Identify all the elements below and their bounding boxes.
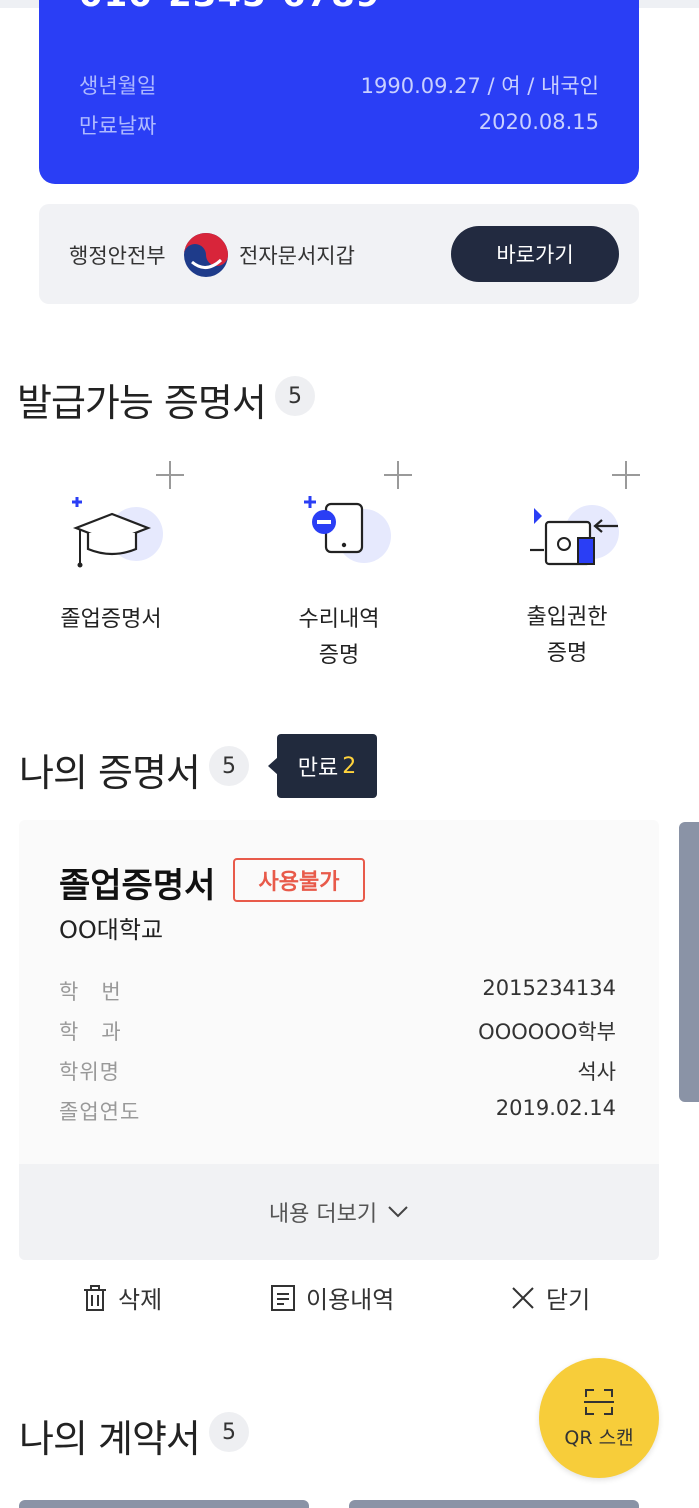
chevron-down-icon xyxy=(388,1206,408,1218)
id-row-label: 만료날짜 xyxy=(79,114,157,138)
contract-card[interactable] xyxy=(19,1500,309,1508)
trash-icon xyxy=(84,1284,106,1311)
show-more-label: 내용 더보기 xyxy=(268,1202,378,1227)
show-more-button[interactable]: 내용 더보기 xyxy=(19,1164,659,1260)
info-key: 학 과 xyxy=(59,1020,122,1044)
delete-button[interactable]: 삭제 xyxy=(82,1280,162,1315)
graduation-cap-icon[interactable] xyxy=(64,492,168,570)
access-door-icon[interactable] xyxy=(526,492,630,570)
wallet-name: 전자문서지갑 xyxy=(239,244,355,268)
cert-label-line2[interactable]: 증명 xyxy=(239,638,439,674)
my-certs-count: 5 xyxy=(209,746,249,786)
repair-phone-icon[interactable] xyxy=(296,492,400,570)
go-wallet-button[interactable]: 바로가기 xyxy=(451,226,619,282)
expired-tooltip-count: 2 xyxy=(342,753,357,779)
info-row: 학 과 OOOOOO학부 xyxy=(59,1016,616,1046)
mobile-id-card[interactable]: 010-2345-6789 생년월일 1990.09.27 / 여 / 내국인 … xyxy=(39,0,639,184)
info-key: 학 번 xyxy=(59,980,122,1004)
contract-card[interactable] xyxy=(349,1500,639,1508)
expired-tooltip[interactable]: 만료 2 xyxy=(268,734,377,798)
info-value: 2019.02.14 xyxy=(495,1096,616,1120)
qr-scan-button[interactable]: QR 스캔 xyxy=(539,1358,659,1478)
id-row-birth: 생년월일 1990.09.27 / 여 / 내국인 xyxy=(79,70,599,100)
info-row: 졸업연도 2019.02.14 xyxy=(59,1096,616,1126)
info-value: OOOOOO학부 xyxy=(478,1020,616,1044)
expired-tooltip-label: 만료 xyxy=(297,756,339,781)
history-button[interactable]: 이용내역 xyxy=(270,1280,394,1315)
my-certs-section-title: 나의 증명서 xyxy=(19,751,201,795)
info-value: 석사 xyxy=(577,1060,616,1084)
cert-label[interactable]: 졸업증명서 xyxy=(11,602,211,638)
wallet-banner: 행정안전부 전자문서지갑 바로가기 xyxy=(39,204,639,304)
qr-scan-label: QR 스캔 xyxy=(564,1426,634,1449)
add-plus-icon[interactable] xyxy=(384,461,412,489)
document-list-icon xyxy=(271,1284,295,1311)
cert-label-line2[interactable]: 증명 xyxy=(467,636,667,672)
taegeuk-emblem-icon xyxy=(184,233,228,277)
close-button[interactable]: 닫기 xyxy=(510,1280,590,1315)
cert-label[interactable]: 출입권한 xyxy=(467,600,667,636)
card-actions: 삭제 이용내역 닫기 xyxy=(0,1280,699,1324)
available-section-title: 발급가능 증명서 xyxy=(17,381,267,425)
add-plus-icon[interactable] xyxy=(156,461,184,489)
available-count: 5 xyxy=(275,376,315,416)
history-label: 이용내역 xyxy=(306,1286,395,1314)
info-row: 학 번 2015234134 xyxy=(59,976,616,1006)
certificate-card[interactable]: 졸업증명서 사용불가 OO대학교 학 번 2015234134 학 과 OOOO… xyxy=(19,820,659,1260)
close-icon xyxy=(512,1286,534,1309)
id-row-value: 2020.08.15 xyxy=(478,110,599,134)
certificate-name: 졸업증명서 xyxy=(59,866,216,906)
id-row-value: 1990.09.27 / 여 / 내국인 xyxy=(360,74,599,98)
next-card-peek[interactable] xyxy=(679,822,699,1102)
certificate-org: OO대학교 xyxy=(59,916,164,944)
close-label: 닫기 xyxy=(546,1286,591,1314)
id-row-label: 생년월일 xyxy=(79,74,157,98)
info-key: 졸업연도 xyxy=(59,1100,141,1124)
cert-label[interactable]: 수리내역 xyxy=(239,602,439,638)
phone-number: 010-2345-6789 xyxy=(79,0,380,12)
id-row-expiry: 만료날짜 2020.08.15 xyxy=(79,110,599,140)
scan-frame-icon xyxy=(584,1388,614,1415)
info-key: 학위명 xyxy=(59,1060,120,1084)
add-plus-icon[interactable] xyxy=(612,461,640,489)
ministry-label: 행정안전부 xyxy=(69,244,166,268)
contracts-section-title: 나의 계약서 xyxy=(19,1417,201,1461)
delete-label: 삭제 xyxy=(118,1286,163,1314)
info-value: 2015234134 xyxy=(482,976,616,1000)
status-badge: 사용불가 xyxy=(233,858,365,902)
contracts-count: 5 xyxy=(209,1412,249,1452)
info-row: 학위명 석사 xyxy=(59,1056,616,1086)
